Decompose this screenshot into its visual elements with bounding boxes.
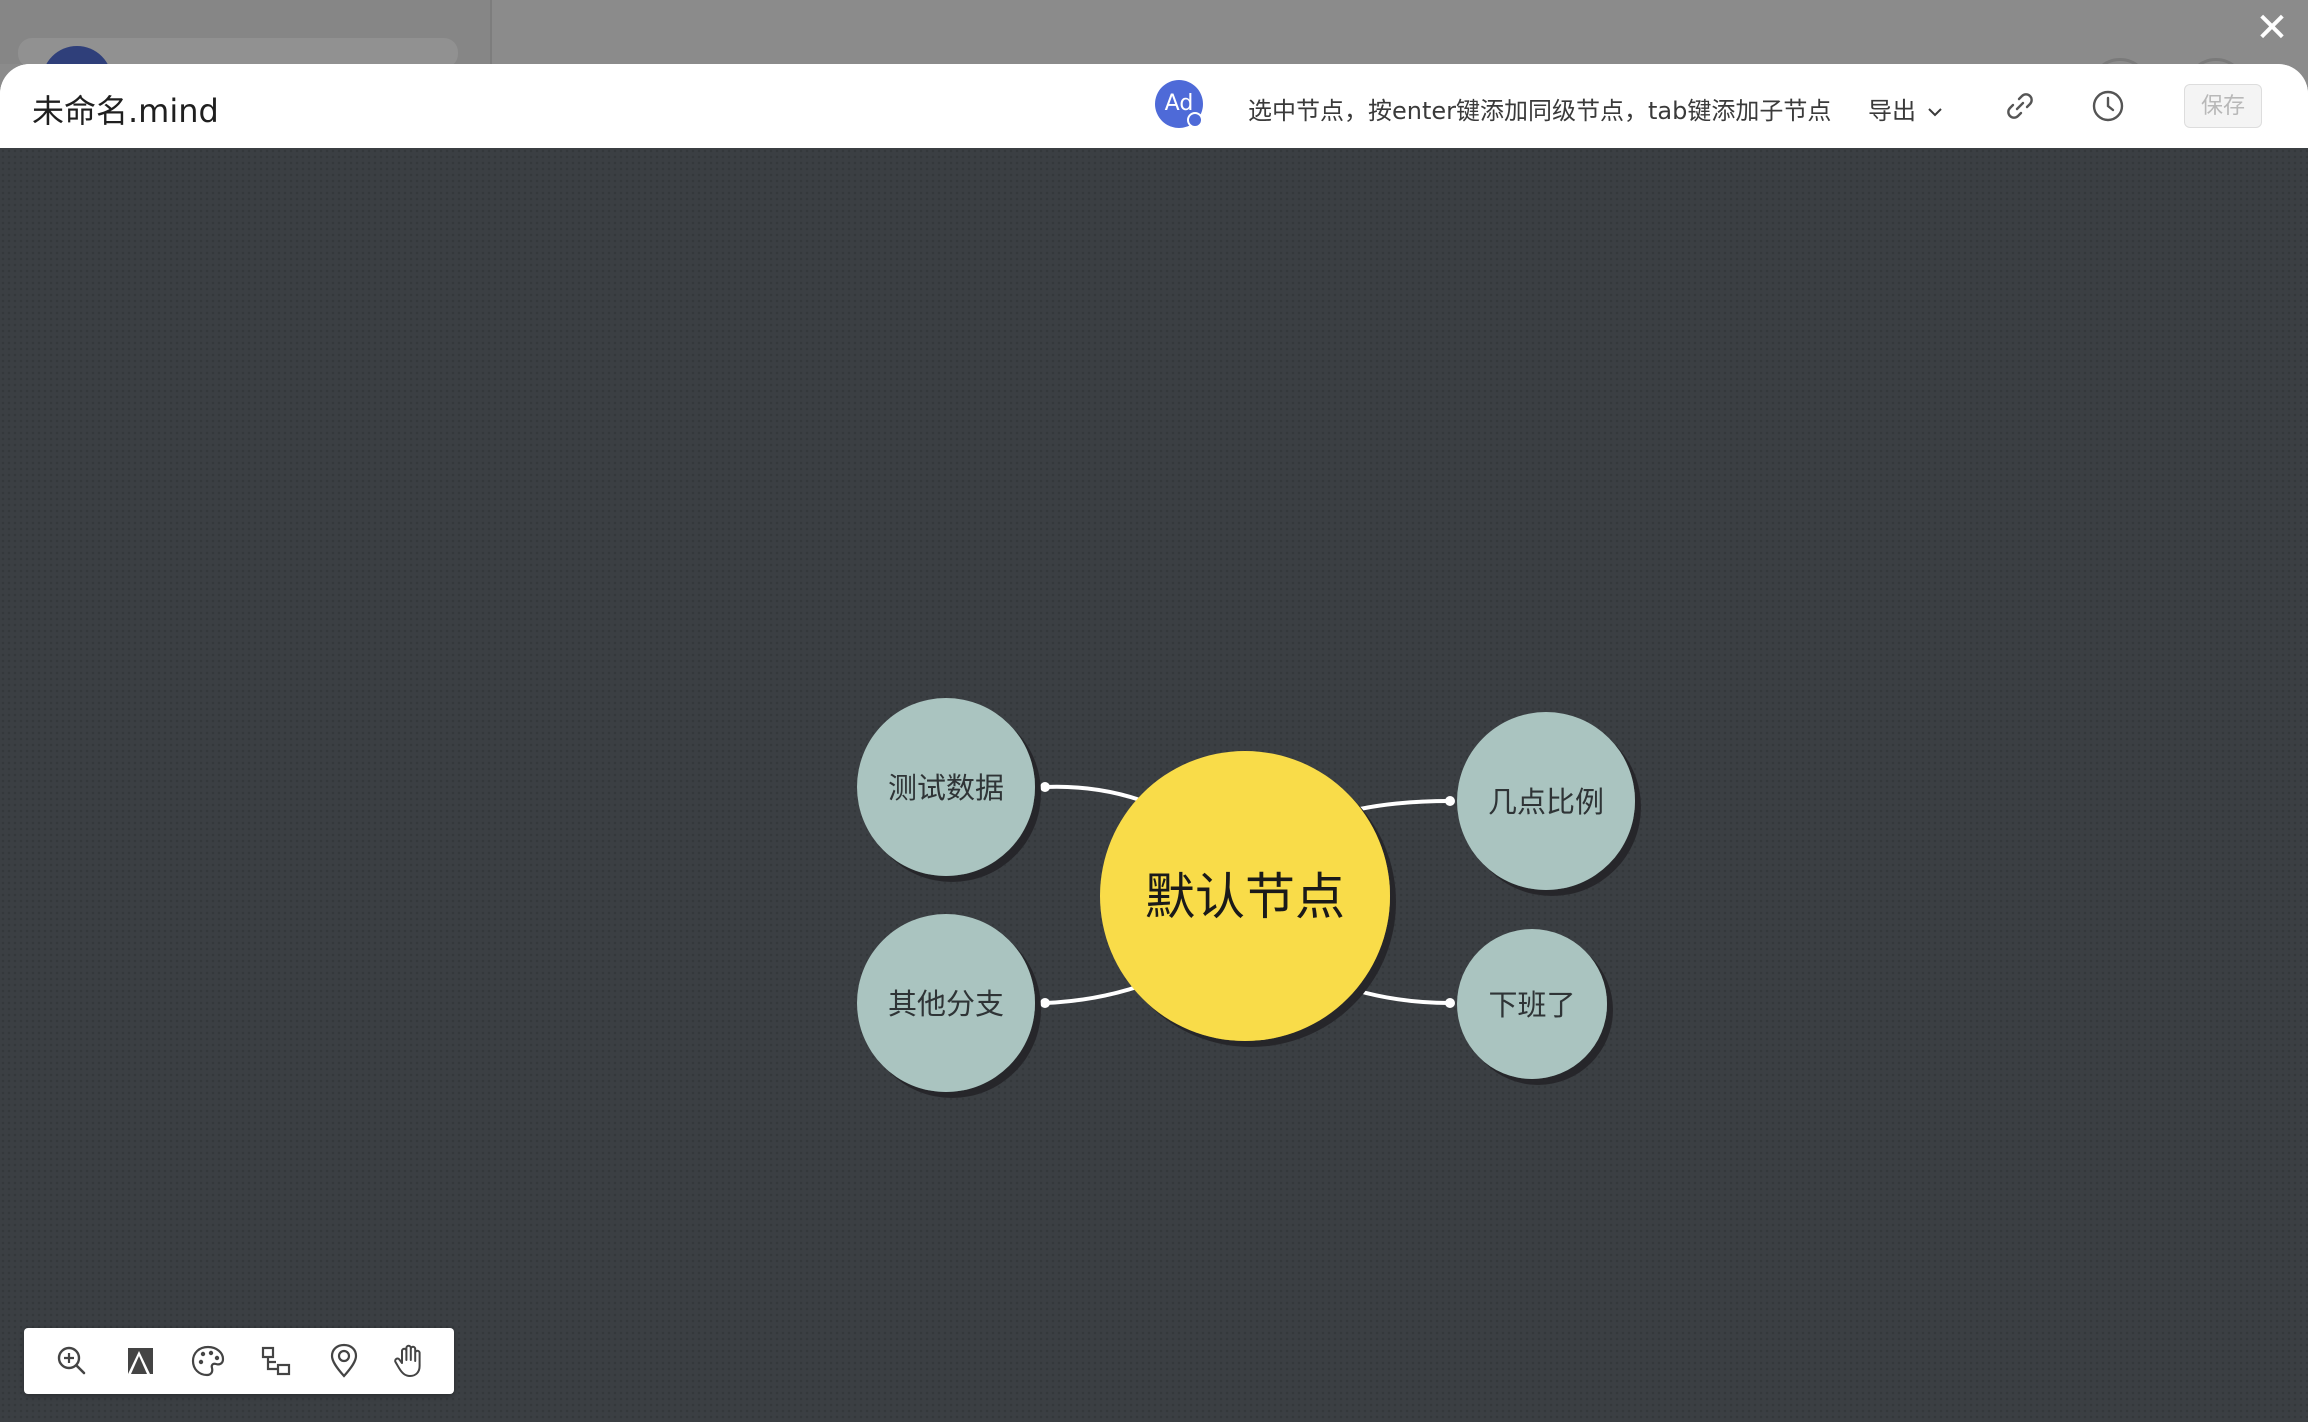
mindmap-canvas[interactable]: 测试数据 其他分支 几点比例 下班了 默认节点: [0, 148, 2308, 1422]
export-label: 导出: [1868, 97, 1916, 125]
node-label: 其他分支: [888, 987, 1004, 1021]
document-title[interactable]: 未命名.mind: [32, 86, 219, 132]
user-avatar[interactable]: Ad: [1155, 80, 1203, 128]
mindmap-editor-modal: 未命名.mind Ad 选中节点，按enter键添加同级节点，tab键添加子节点…: [0, 64, 2308, 1422]
palette-icon[interactable]: [188, 1341, 228, 1381]
locate-icon[interactable]: [324, 1341, 364, 1381]
export-dropdown[interactable]: 导出: [1868, 91, 1944, 126]
structure-icon[interactable]: [256, 1341, 296, 1381]
mindmap-diagram: 测试数据 其他分支 几点比例 下班了 默认节点: [857, 698, 1635, 1092]
connector-line: [1354, 988, 1451, 1005]
avatar-initials: Ad: [1164, 91, 1194, 116]
editor-header: 未命名.mind Ad 选中节点，按enter键添加同级节点，tab键添加子节点…: [0, 64, 2308, 149]
mindmap-node-off-work[interactable]: 下班了: [1457, 929, 1607, 1079]
connector-line: [1044, 984, 1141, 1005]
mindmap-node-ratio[interactable]: 几点比例: [1457, 712, 1635, 890]
mindmap-root-node[interactable]: 默认节点: [1100, 751, 1390, 1041]
bottom-toolbar: [24, 1328, 454, 1394]
root-node-label: 默认节点: [1145, 868, 1345, 926]
link-icon[interactable]: [2000, 86, 2040, 126]
clock-icon[interactable]: [2088, 86, 2128, 126]
mindmap-node-test-data[interactable]: 测试数据: [857, 698, 1035, 876]
connector-line: [1044, 784, 1141, 802]
node-label: 测试数据: [888, 771, 1004, 805]
connector-dot: [1040, 998, 1050, 1008]
connector-dot: [1445, 796, 1455, 806]
connector-line: [1359, 799, 1451, 811]
mindmap-node-other-branch[interactable]: 其他分支: [857, 914, 1035, 1092]
connector-dot: [1445, 998, 1455, 1008]
zoom-in-icon[interactable]: [52, 1341, 92, 1381]
theme-icon[interactable]: [120, 1341, 160, 1381]
node-label: 下班了: [1488, 988, 1575, 1022]
connector-dot: [1040, 782, 1050, 792]
chevron-down-icon: [1927, 108, 1942, 117]
hand-icon[interactable]: [390, 1341, 430, 1381]
online-status-dot: [1187, 112, 1203, 128]
node-label: 几点比例: [1488, 785, 1604, 819]
shortcut-hint: 选中节点，按enter键添加同级节点，tab键添加子节点: [1248, 97, 1832, 125]
close-icon[interactable]: ✕: [2250, 6, 2294, 50]
save-button[interactable]: 保存: [2184, 84, 2262, 128]
